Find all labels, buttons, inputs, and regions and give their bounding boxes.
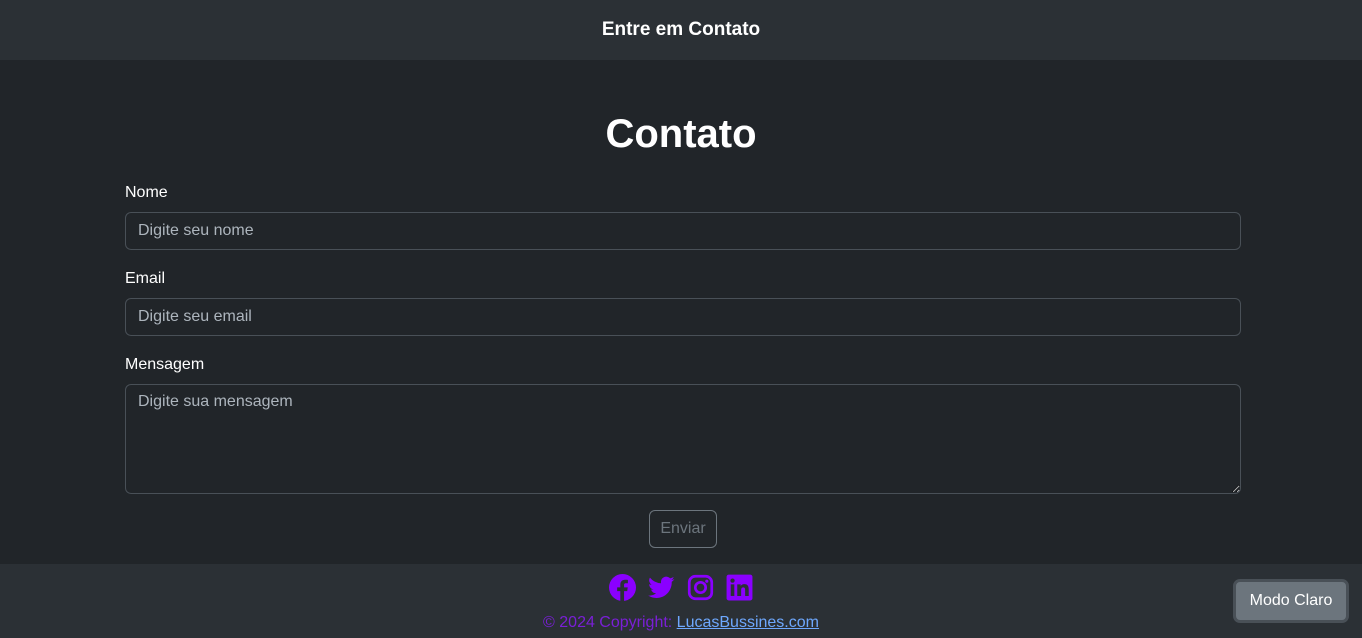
twitter-link[interactable] — [648, 574, 675, 601]
instagram-link[interactable] — [687, 574, 714, 601]
message-textarea[interactable] — [125, 384, 1241, 494]
linkedin-link[interactable] — [726, 574, 753, 601]
instagram-icon — [687, 574, 714, 601]
submit-button[interactable]: Enviar — [649, 510, 717, 548]
facebook-link[interactable] — [609, 574, 636, 601]
copyright: © 2024 Copyright: LucasBussines.com — [0, 614, 1362, 632]
page-title: Contato — [605, 112, 757, 156]
theme-toggle-button[interactable]: Modo Claro — [1233, 579, 1349, 623]
contact-section: Contato Nome Email Mensagem Enviar — [0, 60, 1362, 564]
navbar: Entre em Contato — [0, 0, 1362, 60]
name-input[interactable] — [125, 212, 1241, 250]
name-label: Nome — [125, 184, 168, 201]
message-label: Mensagem — [125, 356, 205, 373]
copyright-text: © 2024 Copyright: — [543, 614, 677, 631]
social-links — [0, 574, 1362, 601]
copyright-link[interactable]: LucasBussines.com — [677, 614, 819, 631]
email-label: Email — [125, 270, 166, 287]
footer: © 2024 Copyright: LucasBussines.com — [0, 564, 1362, 638]
facebook-icon — [609, 574, 636, 601]
navbar-title: Entre em Contato — [601, 19, 761, 40]
email-input[interactable] — [125, 298, 1241, 336]
twitter-icon — [648, 576, 675, 598]
linkedin-icon — [726, 574, 753, 601]
